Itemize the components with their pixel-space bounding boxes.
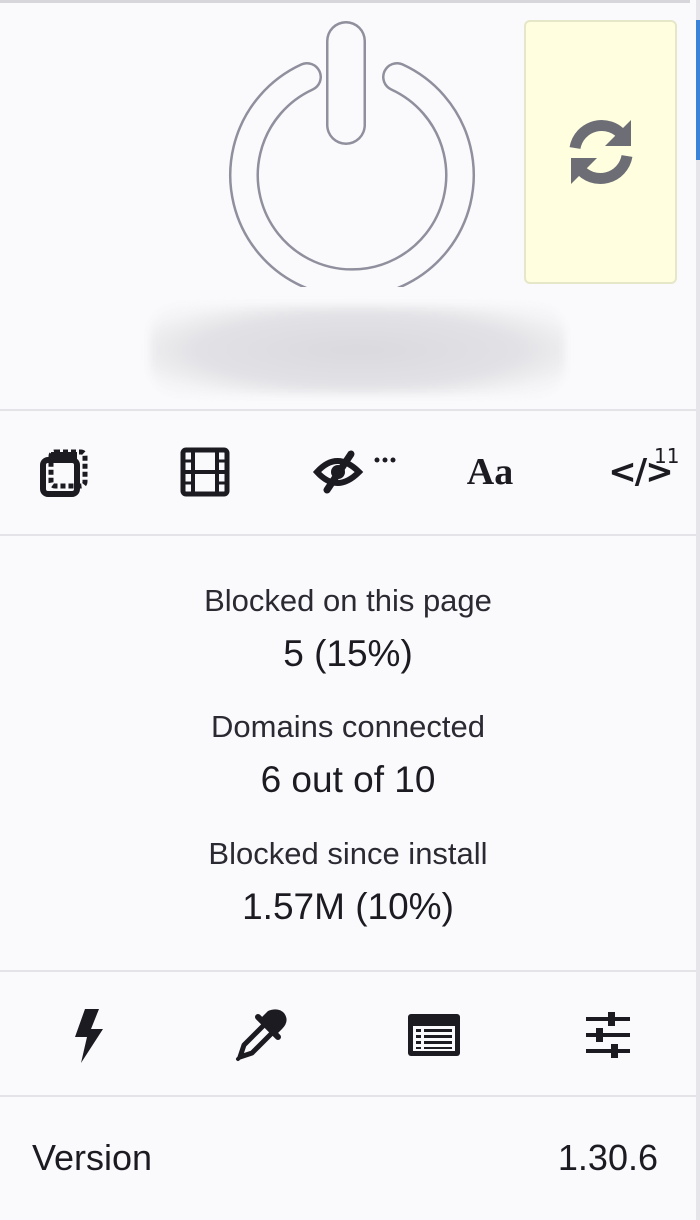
logger-button[interactable]	[399, 1000, 469, 1070]
blocked-install-label: Blocked since install	[208, 836, 488, 871]
domains-connected-value: 6 out of 10	[260, 759, 436, 800]
zapper-button[interactable]	[53, 1000, 123, 1070]
blocked-page-label: Blocked on this page	[204, 583, 492, 618]
version-label: Version	[32, 1137, 153, 1178]
font-block-toggle[interactable]: Aa	[450, 442, 530, 502]
lightning-icon	[75, 1009, 103, 1063]
statistics: Blocked on this page 5 (15%) Domains con…	[0, 537, 696, 969]
hero-section	[0, 0, 696, 410]
dashboard-button[interactable]	[573, 1000, 643, 1070]
footer: Version 1.30.6	[0, 1097, 696, 1220]
divider	[0, 409, 696, 411]
power-toggle-button[interactable]	[215, 15, 477, 299]
tools-bar	[0, 972, 696, 1094]
settings-sliders-icon	[586, 1012, 630, 1058]
domains-connected-label: Domains connected	[211, 709, 485, 744]
refresh-icon	[569, 120, 632, 184]
power-icon	[229, 21, 475, 299]
popup-block-toggle[interactable]	[30, 442, 100, 502]
eyedropper-icon	[236, 1009, 287, 1061]
media-block-icon	[180, 447, 230, 497]
font-icon: Aa	[466, 451, 514, 493]
picker-button[interactable]	[225, 1000, 295, 1070]
blocked-page-value: 5 (15%)	[283, 633, 413, 674]
logger-icon	[408, 1014, 460, 1056]
cosmetic-filter-icon	[312, 450, 396, 494]
window-edge	[696, 0, 700, 1220]
divider	[0, 534, 696, 536]
script-block-toggle[interactable]: </> 11	[590, 442, 690, 502]
popup-block-icon	[40, 449, 88, 497]
refresh-button[interactable]	[524, 20, 677, 284]
per-site-switches: Aa </> 11	[0, 412, 696, 532]
blocked-install-value: 1.57M (10%)	[242, 886, 454, 927]
script-count-badge: 11	[654, 444, 680, 468]
media-block-toggle[interactable]	[170, 442, 240, 502]
window-edge-highlight	[696, 20, 700, 160]
version-value: 1.30.6	[557, 1137, 658, 1178]
cosmetic-filter-toggle[interactable]	[305, 442, 405, 502]
hostname	[150, 305, 565, 395]
